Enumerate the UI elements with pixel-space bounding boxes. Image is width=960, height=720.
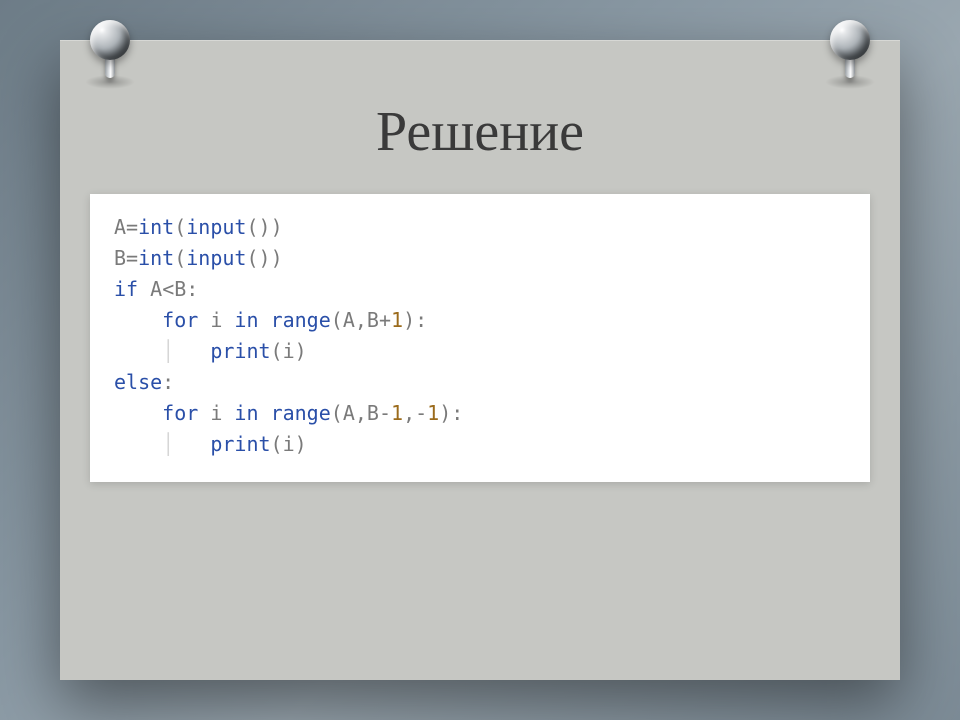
code-token: ()) [246, 215, 282, 239]
code-token: ) [295, 432, 307, 456]
code-token: i [198, 308, 234, 332]
code-token: A [138, 277, 162, 301]
code-panel: A=int(input())B=int(input())if A<B: for … [90, 194, 870, 482]
pushpin-left [80, 20, 140, 90]
code-token: 1 [391, 401, 403, 425]
slide-card: Решение A=int(input())B=int(input())if A… [60, 40, 900, 680]
code-token: │ [114, 339, 210, 363]
code-line: for i in range(A,B+1): [114, 305, 846, 336]
code-line: │ print(i) [114, 429, 846, 460]
code-token: ( [331, 401, 343, 425]
code-token: range [271, 308, 331, 332]
code-line: │ print(i) [114, 336, 846, 367]
code-line: A=int(input()) [114, 212, 846, 243]
code-token: , [355, 401, 367, 425]
slide-title: Решение [60, 40, 900, 194]
code-token: input [186, 215, 246, 239]
code-token [114, 308, 162, 332]
code-token [259, 401, 271, 425]
code-token: - [415, 401, 427, 425]
code-token: for [162, 308, 198, 332]
code-token [114, 401, 162, 425]
code-token: A [114, 215, 126, 239]
code-token: int [138, 215, 174, 239]
code-token: range [271, 401, 331, 425]
code-token: if [114, 277, 138, 301]
code-token: B [367, 401, 379, 425]
code-line: if A<B: [114, 274, 846, 305]
code-token: 1 [391, 308, 403, 332]
pushpin-right [820, 20, 880, 90]
code-token: ): [439, 401, 463, 425]
code-token: ) [295, 339, 307, 363]
code-token: print [210, 339, 270, 363]
code-token: ( [271, 339, 283, 363]
code-token: : [162, 370, 174, 394]
code-line: else: [114, 367, 846, 398]
code-token: A [343, 401, 355, 425]
code-token: i [283, 339, 295, 363]
code-token: B [367, 308, 379, 332]
code-token: in [234, 308, 258, 332]
code-token: int [138, 246, 174, 270]
code-token: in [234, 401, 258, 425]
code-token: < [162, 277, 174, 301]
code-token: ( [271, 432, 283, 456]
code-token: A [343, 308, 355, 332]
code-token: 1 [427, 401, 439, 425]
code-token: ): [403, 308, 427, 332]
code-token: │ [114, 432, 210, 456]
code-token: else [114, 370, 162, 394]
code-token: ()) [246, 246, 282, 270]
code-token: ( [174, 215, 186, 239]
code-line: for i in range(A,B-1,-1): [114, 398, 846, 429]
code-token: : [186, 277, 198, 301]
code-token: = [126, 246, 138, 270]
code-token: ( [331, 308, 343, 332]
code-token: B [114, 246, 126, 270]
desktop-background: Решение A=int(input())B=int(input())if A… [0, 0, 960, 720]
code-token: input [186, 246, 246, 270]
code-token: - [379, 401, 391, 425]
code-token: print [210, 432, 270, 456]
code-token: , [403, 401, 415, 425]
code-token: for [162, 401, 198, 425]
code-token: i [283, 432, 295, 456]
code-token: ( [174, 246, 186, 270]
code-line: B=int(input()) [114, 243, 846, 274]
code-token [259, 308, 271, 332]
code-token: i [198, 401, 234, 425]
code-token: B [174, 277, 186, 301]
code-token: = [126, 215, 138, 239]
code-token: + [379, 308, 391, 332]
code-token: , [355, 308, 367, 332]
